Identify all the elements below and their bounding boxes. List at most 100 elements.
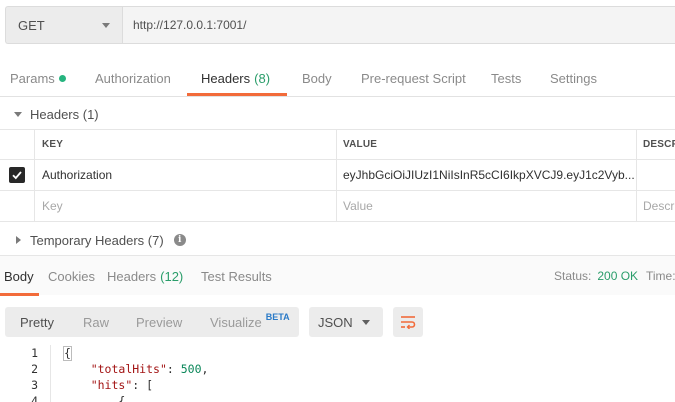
mode-preview-label: Preview xyxy=(136,314,183,330)
response-tabs: Body Cookies Headers (12) Test Results S… xyxy=(0,255,675,296)
chevron-down-icon xyxy=(102,23,110,28)
active-tab-indicator xyxy=(187,93,287,96)
response-time: Time: xyxy=(646,256,675,296)
request-tabs: Params Authorization Headers (8) Body Pr… xyxy=(0,60,675,97)
response-body-viewer[interactable]: 1 2 3 4 { "totalHits": 500, "hits": [ { xyxy=(0,345,675,402)
header-description-cell[interactable] xyxy=(637,160,675,190)
table-row: Authorization eyJhbGciOiJIUzI1NiIsInR5cC… xyxy=(0,160,675,191)
header-key-text: Authorization xyxy=(42,168,113,182)
tab-headers[interactable]: Headers (8) xyxy=(201,60,270,96)
new-description-input[interactable]: Descr xyxy=(637,191,675,221)
url-input[interactable]: http://127.0.0.1:7001/ xyxy=(122,6,675,44)
tab-count: (8) xyxy=(254,70,271,86)
header-value-cell[interactable]: eyJhbGciOiJIUzI1NiIsInR5cCI6IkpXVCJ9.eyJ… xyxy=(337,160,637,190)
json-key: "totalHits" xyxy=(90,362,167,376)
tab-response-cookies[interactable]: Cookies xyxy=(48,256,95,296)
request-bar: GET http://127.0.0.1:7001/ xyxy=(0,0,675,52)
checkmark-icon xyxy=(12,171,22,180)
tab-label: Headers xyxy=(201,70,251,86)
mode-raw-label: Raw xyxy=(83,314,110,330)
mode-pretty-button[interactable]: Pretty xyxy=(20,307,54,337)
tab-authorization[interactable]: Authorization xyxy=(95,60,171,96)
new-key-input[interactable]: Key xyxy=(35,191,337,221)
row-checkbox[interactable] xyxy=(9,167,25,183)
headers-table: KEY VALUE DESCR Authorization eyJhbGciOi… xyxy=(0,129,675,222)
json-number: 500 xyxy=(180,362,202,376)
method-select[interactable]: GET xyxy=(5,6,122,44)
column-header-description: DESCR xyxy=(637,130,675,159)
json-key: "hits" xyxy=(90,378,133,392)
value-placeholder: Value xyxy=(343,199,373,213)
column-header-value: VALUE xyxy=(337,130,637,159)
tab-label: Params xyxy=(10,70,55,86)
mode-raw-button[interactable]: Raw xyxy=(83,307,109,337)
headers-section-title: Headers (1) xyxy=(30,106,99,122)
tab-params[interactable]: Params xyxy=(10,60,66,96)
wrap-lines-icon xyxy=(401,316,416,329)
tab-label: Tests xyxy=(491,70,522,86)
header-key-cell[interactable]: Authorization xyxy=(35,160,337,190)
line-number: 1 xyxy=(31,346,38,360)
active-response-tab-indicator xyxy=(0,293,39,296)
column-header-value-label: VALUE xyxy=(343,139,378,150)
url-text: http://127.0.0.1:7001/ xyxy=(133,18,247,32)
line-number: 4 xyxy=(31,394,38,402)
beta-badge: BETA xyxy=(265,312,290,322)
tab-settings[interactable]: Settings xyxy=(550,60,597,96)
temporary-headers-title: Temporary Headers (7) xyxy=(30,232,164,248)
headers-section-toggle[interactable]: Headers (1) xyxy=(0,99,99,129)
status-dot-icon xyxy=(58,74,66,82)
mode-preview-button[interactable]: Preview xyxy=(136,307,182,337)
temporary-headers-toggle[interactable]: Temporary Headers (7) i xyxy=(0,225,186,255)
code-lines: { "totalHits": 500, "hits": [ { xyxy=(50,345,675,402)
column-header-key-label: KEY xyxy=(42,139,64,150)
mode-visualize-label: Visualize xyxy=(210,314,262,330)
chevron-down-icon xyxy=(362,320,370,325)
method-label: GET xyxy=(18,17,45,33)
language-label: JSON xyxy=(318,314,353,330)
description-placeholder: Descr xyxy=(643,199,675,213)
tab-label: Settings xyxy=(550,70,597,86)
mode-pretty-label: Pretty xyxy=(20,314,54,330)
language-select[interactable]: JSON xyxy=(309,307,383,337)
response-status: Status: 200 OK xyxy=(554,256,638,296)
table-header-row: KEY VALUE DESCR xyxy=(0,129,675,160)
matched-brace: { xyxy=(63,346,72,361)
json-punctuation: : [ xyxy=(132,378,154,392)
tab-label: Headers xyxy=(107,268,157,284)
line-number: 3 xyxy=(31,378,38,392)
new-value-input[interactable]: Value xyxy=(337,191,637,221)
tab-label: Body xyxy=(302,70,332,86)
key-placeholder: Key xyxy=(42,199,63,213)
tab-tests[interactable]: Tests xyxy=(491,60,521,96)
code-line: "totalHits": 500, xyxy=(51,361,675,377)
json-punctuation: { xyxy=(118,394,126,402)
row-checkbox-cell xyxy=(0,160,35,190)
collapse-triangle-icon xyxy=(14,111,22,117)
expand-triangle-icon xyxy=(16,236,21,244)
empty-check-cell xyxy=(0,191,35,221)
json-comma: , xyxy=(201,362,209,376)
status-value[interactable]: 200 OK xyxy=(597,269,638,283)
format-mode-group: Pretty Raw Preview Visualize BETA xyxy=(5,307,299,337)
line-number-gutter: 1 2 3 4 xyxy=(0,345,50,402)
header-value-text: eyJhbGciOiJIUzI1NiIsInR5cCI6IkpXVCJ9.eyJ… xyxy=(343,168,635,182)
tab-count: (12) xyxy=(160,268,184,284)
tab-response-body[interactable]: Body xyxy=(4,256,34,296)
table-row: Key Value Descr xyxy=(0,191,675,222)
tab-response-headers[interactable]: Headers (12) xyxy=(107,256,183,296)
tab-body[interactable]: Body xyxy=(302,60,332,96)
code-line: { xyxy=(51,393,675,402)
info-icon[interactable]: i xyxy=(173,234,186,246)
line-number: 2 xyxy=(31,362,38,376)
tab-label: Cookies xyxy=(48,268,95,284)
tab-label: Test Results xyxy=(201,268,272,284)
mode-visualize-button[interactable]: Visualize BETA xyxy=(210,307,290,337)
tab-response-test-results[interactable]: Test Results xyxy=(201,256,272,296)
header-check-cell xyxy=(0,130,35,159)
wrap-lines-button[interactable] xyxy=(393,307,423,337)
time-label: Time: xyxy=(646,269,675,283)
column-header-description-label: DESCR xyxy=(643,139,675,150)
status-label: Status: xyxy=(554,269,592,283)
tab-pre-request-script[interactable]: Pre-request Script xyxy=(361,60,466,96)
